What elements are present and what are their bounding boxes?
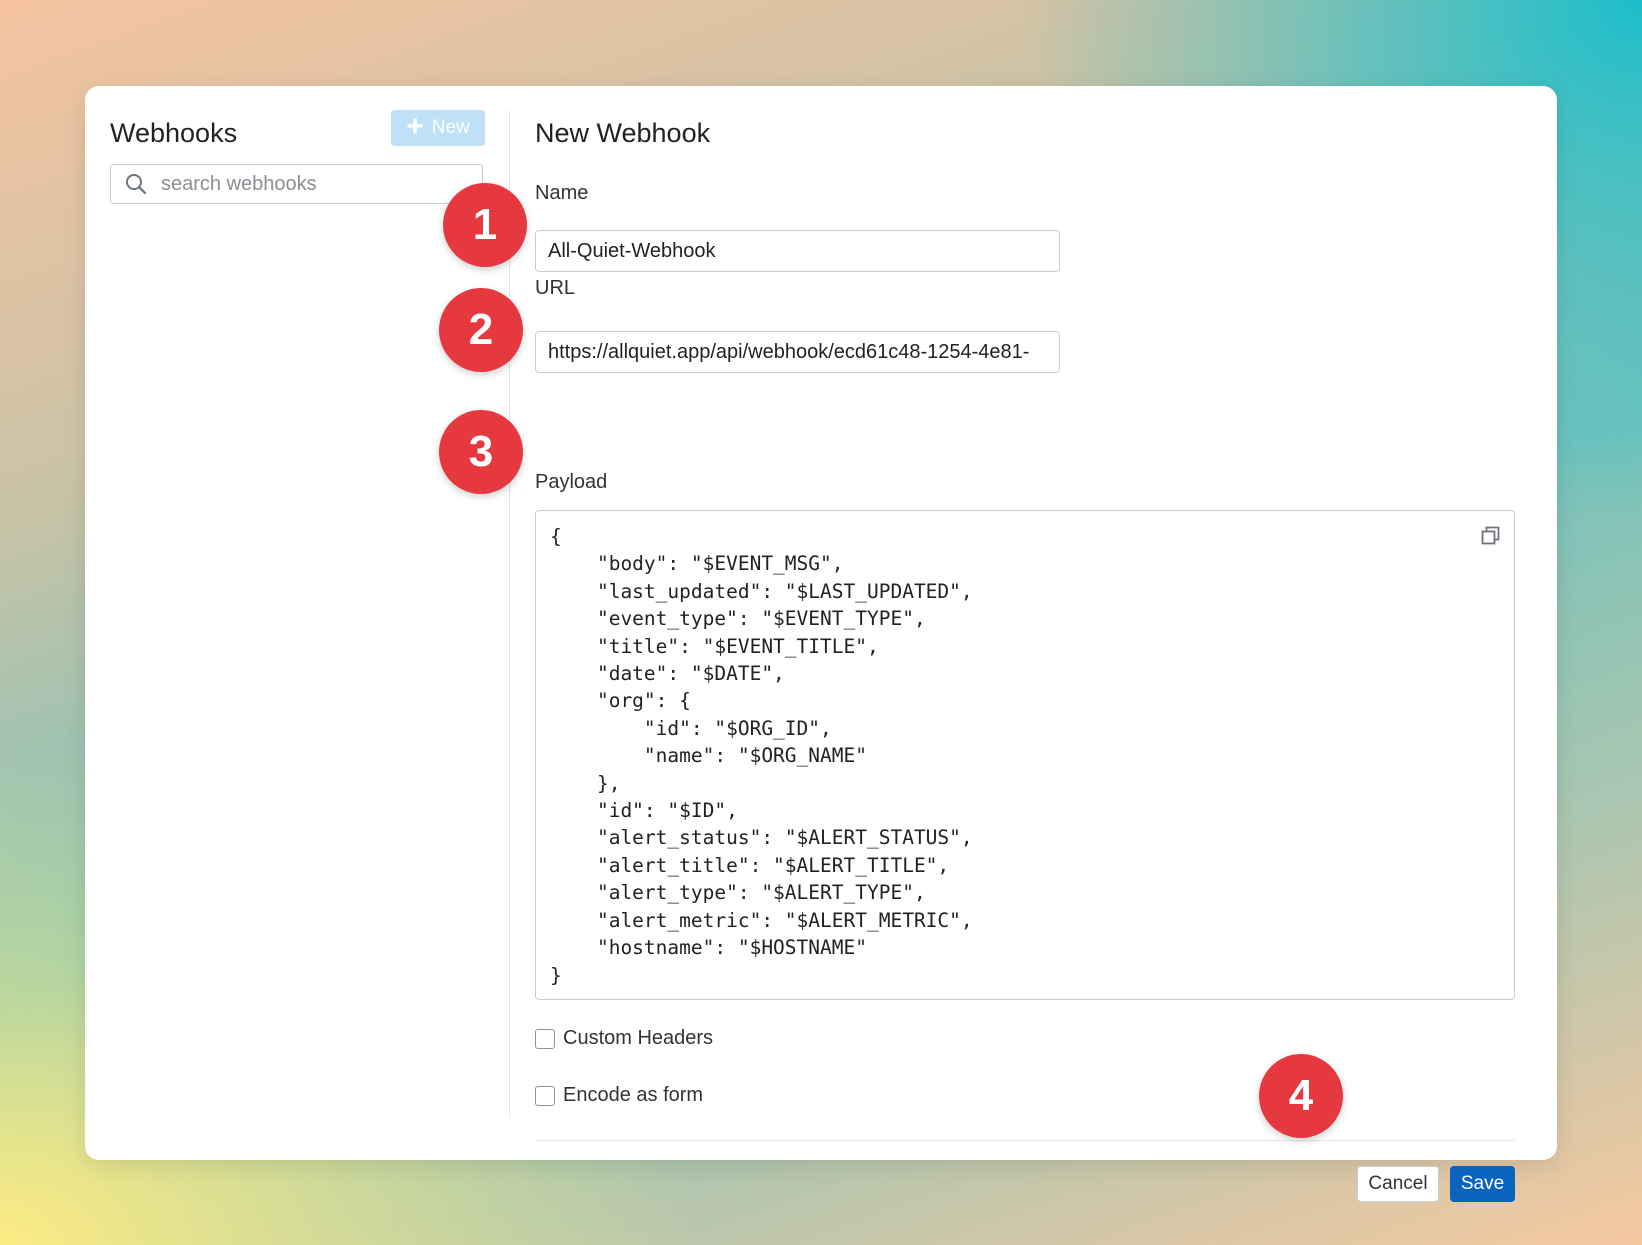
search-icon <box>125 173 147 195</box>
step-marker-4: 4 <box>1259 1054 1343 1138</box>
plus-icon: + <box>406 110 424 143</box>
payload-label: Payload <box>535 471 608 493</box>
copy-icon[interactable] <box>1480 525 1502 547</box>
name-input[interactable] <box>535 230 1060 272</box>
new-webhook-form: New Webhook Name URL Payload { "body": "… <box>535 110 1520 1202</box>
save-button[interactable]: Save <box>1450 1166 1515 1202</box>
step-marker-2: 2 <box>439 288 523 372</box>
search-webhooks-input[interactable] <box>159 171 463 197</box>
url-label: URL <box>535 277 576 299</box>
encode-as-form-option[interactable]: Encode as form <box>535 1084 703 1107</box>
payload-editor[interactable]: { "body": "$EVENT_MSG", "last_updated": … <box>535 510 1515 1000</box>
step-marker-3: 3 <box>439 410 523 494</box>
url-input[interactable] <box>535 331 1060 373</box>
form-title: New Webhook <box>535 118 711 148</box>
custom-headers-option[interactable]: Custom Headers <box>535 1027 713 1050</box>
webhooks-title: Webhooks <box>110 118 238 148</box>
cancel-button[interactable]: Cancel <box>1357 1166 1439 1202</box>
webhooks-panel: Webhooks + New New Webhook Name URL Payl… <box>85 86 1557 1202</box>
step-marker-1: 1 <box>443 183 527 267</box>
new-webhook-button[interactable]: + New <box>391 110 485 146</box>
custom-headers-checkbox[interactable] <box>535 1028 555 1049</box>
form-footer-divider <box>535 1140 1515 1141</box>
pane-divider <box>509 110 510 1118</box>
name-label: Name <box>535 182 589 204</box>
payload-code[interactable]: { "body": "$EVENT_MSG", "last_updated": … <box>550 523 973 989</box>
new-button-label: New <box>431 117 470 138</box>
custom-headers-label: Custom Headers <box>563 1027 714 1049</box>
encode-as-form-checkbox[interactable] <box>535 1085 555 1106</box>
webhook-list-pane: Webhooks + New <box>110 110 485 1110</box>
encode-as-form-label: Encode as form <box>563 1084 704 1106</box>
search-box <box>110 164 483 204</box>
